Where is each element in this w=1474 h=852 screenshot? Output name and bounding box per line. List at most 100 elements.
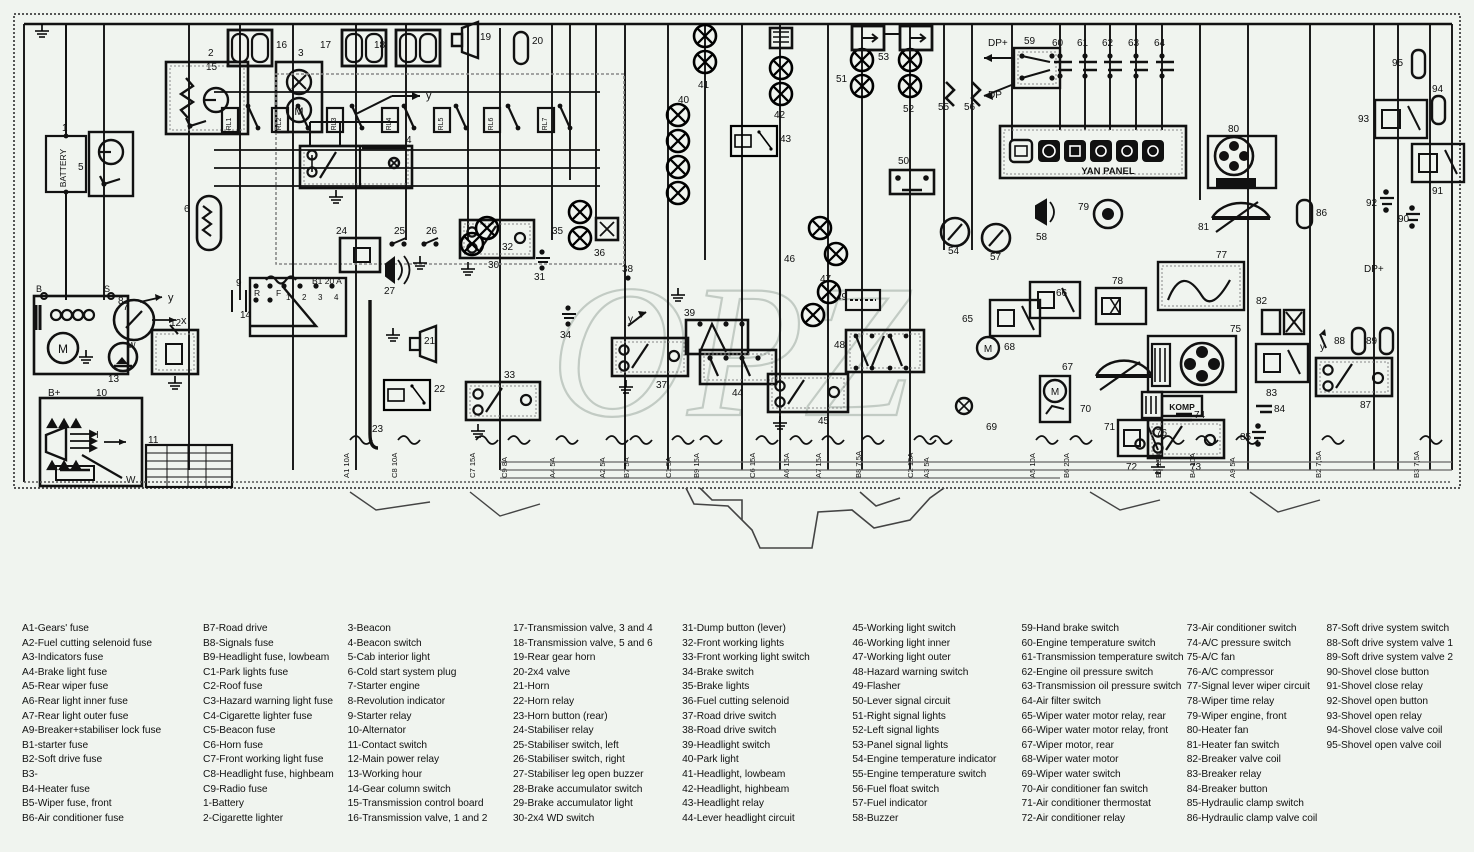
svg-text:81: 81	[1198, 222, 1210, 233]
svg-text:21: 21	[424, 336, 436, 347]
svg-text:2: 2	[302, 293, 307, 302]
svg-text:25: 25	[394, 226, 406, 237]
legend-item: 52-Left signal lights	[852, 725, 940, 737]
legend-item: 51-Right signal lights	[852, 710, 946, 722]
legend-item: 10-Alternator	[347, 725, 406, 737]
legend-item: 60-Engine temperature switch	[1021, 637, 1156, 649]
legend-item: 49-Flasher	[852, 681, 901, 693]
legend-item: 22-Horn relay	[512, 695, 575, 707]
legend-item: 21-Horn	[512, 681, 550, 693]
svg-text:71: 71	[1104, 422, 1116, 433]
legend-item: 8-Revolution indicator	[347, 695, 446, 707]
legend-item: 6-Cold start system plug	[347, 666, 457, 678]
svg-text:44: 44	[732, 388, 744, 399]
svg-text:63: 63	[1128, 38, 1140, 49]
legend-item: 23-Horn button (rear)	[512, 710, 608, 722]
legend-item: 31-Dump button (lever)	[682, 623, 786, 634]
legend-item: 15-Transmission control board	[347, 798, 484, 810]
svg-text:55: 55	[938, 102, 950, 113]
svg-text:65: 65	[962, 314, 974, 325]
svg-text:93: 93	[1358, 114, 1370, 125]
svg-text:30: 30	[488, 260, 500, 271]
svg-text:38: 38	[622, 264, 634, 275]
legend-item: 62-Engine oil pressure switch	[1021, 666, 1154, 678]
legend-item: 64-Air filter switch	[1021, 695, 1101, 707]
svg-text:B9 15A: B9 15A	[692, 452, 701, 478]
legend-item: 77-Signal lever wiper circuit	[1186, 681, 1310, 693]
legend-item: C7-Front working light fuse	[203, 754, 324, 766]
legend-item: 80-Heater fan	[1186, 725, 1249, 737]
svg-text:M: M	[1051, 387, 1059, 398]
terminal-dp-left: DP	[988, 90, 1002, 101]
legend-item: 76-A/C compressor	[1186, 666, 1274, 678]
svg-text:82: 82	[1256, 296, 1268, 307]
svg-text:42: 42	[774, 110, 786, 121]
svg-text:A1 10A: A1 10A	[342, 452, 351, 478]
legend-item: 39-Headlight switch	[682, 739, 771, 751]
legend-item: 42-Headlight, highbeam	[682, 783, 790, 795]
schematic-diagram: OPZ BATTERY 1 2 M 3 4 y 5 6 B1 20 A M B …	[0, 0, 1474, 600]
svg-text:45: 45	[818, 416, 830, 427]
svg-text:69: 69	[986, 422, 998, 433]
legend-item: 4-Beacon switch	[347, 637, 422, 649]
svg-text:14: 14	[240, 310, 252, 321]
svg-text:B3 7,5A: B3 7,5A	[1412, 450, 1421, 478]
legend-item: 20-2x4 valve	[512, 666, 571, 678]
wiring-diagram-sheet: OPZ BATTERY 1 2 M 3 4 y 5 6 B1 20 A M B …	[0, 0, 1474, 852]
svg-text:78: 78	[1112, 276, 1124, 287]
svg-text:12: 12	[170, 318, 182, 329]
legend-item: 55-Engine temperature switch	[852, 768, 987, 780]
legend-item: 85-Hydraulic clamp switch	[1186, 798, 1304, 810]
svg-text:59: 59	[1024, 36, 1036, 47]
svg-text:77: 77	[1216, 250, 1228, 261]
legend-item: 38-Road drive switch	[682, 725, 777, 737]
svg-text:C8 10A: C8 10A	[390, 452, 399, 478]
legend-item: 81-Heater fan switch	[1186, 739, 1280, 751]
legend-column-5: 31-Dump button (lever) 32-Front working …	[682, 612, 852, 852]
legend-item: 32-Front working lights	[682, 637, 785, 649]
svg-text:A9 5A: A9 5A	[1228, 456, 1237, 478]
svg-text:RL5: RL5	[438, 117, 445, 130]
legend-item: 12-Main power relay	[347, 754, 440, 766]
svg-text:22: 22	[434, 384, 446, 395]
legend-column-8: 73-Air conditioner switch 74-A/C pressur…	[1187, 612, 1327, 852]
legend-item: B2-Soft drive fuse	[22, 754, 103, 766]
legend-item: A3-Indicators fuse	[22, 652, 104, 664]
svg-text:50: 50	[898, 156, 910, 167]
svg-text:61: 61	[1077, 38, 1089, 49]
legend-item: 71-Air conditioner thermostat	[1021, 798, 1151, 810]
svg-text:84: 84	[1274, 404, 1286, 415]
legend-item: 17-Transmission valve, 3 and 4	[512, 623, 653, 634]
svg-text:89: 89	[1366, 336, 1378, 347]
legend-item: A9-Breaker+stabiliser lock fuse	[22, 725, 162, 737]
svg-text:A6 15A: A6 15A	[782, 452, 791, 478]
svg-text:DP+: DP+	[1364, 264, 1384, 275]
legend-item: B7-Road drive	[203, 623, 268, 634]
svg-text:27: 27	[384, 286, 396, 297]
legend-item: 13-Working hour	[347, 768, 423, 780]
legend-item: 69-Wiper water switch	[1021, 768, 1121, 780]
svg-text:RL6: RL6	[488, 117, 495, 130]
svg-text:34: 34	[560, 330, 572, 341]
svg-text:87: 87	[1360, 400, 1372, 411]
legend-item: 45-Working light switch	[852, 623, 956, 634]
legend-item: 43-Headlight relay	[682, 798, 764, 810]
svg-text:16: 16	[276, 40, 288, 51]
svg-text:57: 57	[990, 252, 1002, 263]
legend-item: C8-Headlight fuse, highbeam	[203, 768, 334, 780]
legend-item: 9-Starter relay	[347, 710, 412, 722]
svg-text:52: 52	[903, 104, 915, 115]
svg-text:C9 8A: C9 8A	[500, 456, 509, 478]
legend-item: 53-Panel signal lights	[852, 739, 949, 751]
svg-text:92: 92	[1366, 198, 1378, 209]
legend-item: 48-Hazard warning switch	[852, 666, 969, 678]
legend-item: C5-Beacon fuse	[203, 725, 276, 737]
legend-item: C1-Park lights fuse	[203, 666, 289, 678]
svg-text:20: 20	[532, 36, 544, 47]
svg-text:56: 56	[964, 102, 976, 113]
legend-item: 1-Battery	[203, 798, 244, 810]
svg-text:70: 70	[1080, 404, 1092, 415]
legend-item: 92-Shovel open button	[1326, 695, 1428, 707]
svg-text:RL7: RL7	[542, 117, 549, 130]
legend-column-2: B7-Road drive B8-Signals fuse B9-Headlig…	[201, 612, 346, 852]
